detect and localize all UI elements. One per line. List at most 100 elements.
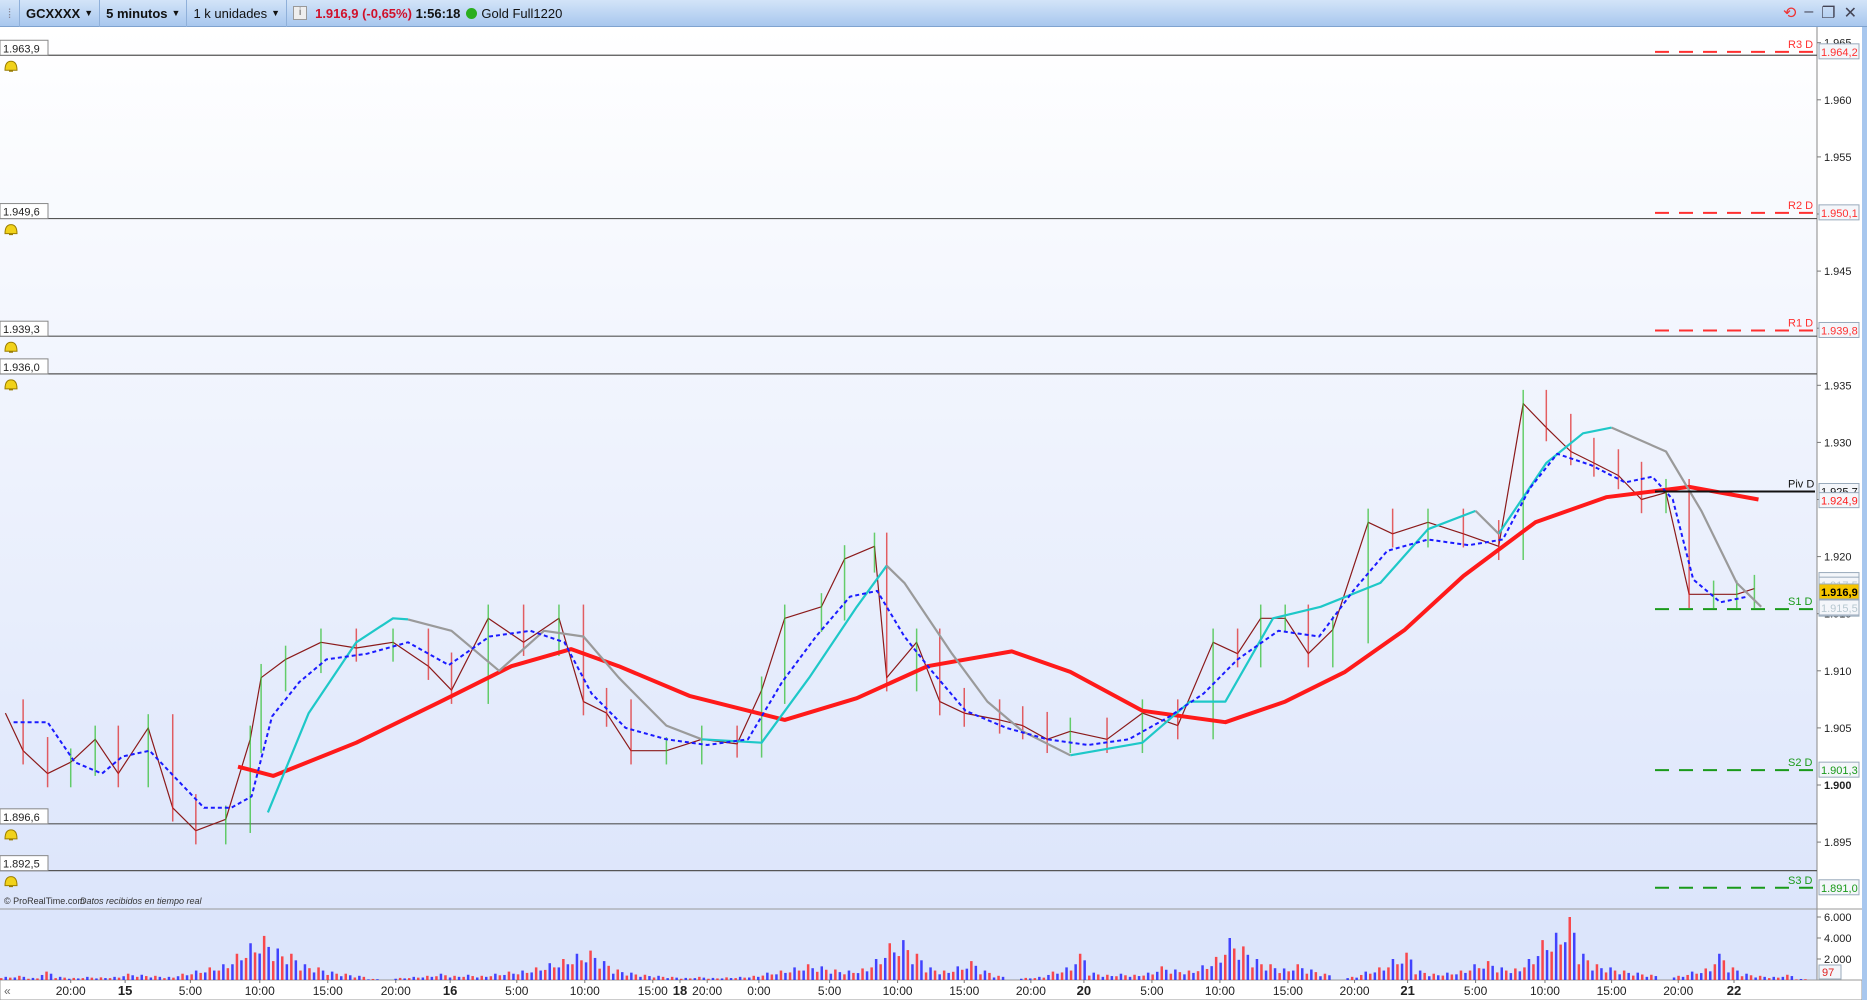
volume-bar (1187, 970, 1191, 980)
volume-bar (13, 977, 17, 980)
volume-bar (1251, 967, 1254, 980)
volume-bar (1301, 968, 1304, 980)
volume-bar (779, 970, 783, 980)
pivot-tag: 1.891,0 (1821, 883, 1858, 895)
units-selector[interactable]: 1 k unidades ▼ (187, 0, 288, 27)
refresh-icon[interactable]: ⟲ (1783, 3, 1796, 23)
volume-bar (879, 964, 882, 980)
volume-bar (1033, 978, 1037, 980)
volume-bar (1060, 972, 1064, 980)
timeframe-selector[interactable]: 5 minutos ▼ (100, 0, 188, 27)
volume-bar (648, 976, 651, 980)
volume-bar (408, 978, 411, 980)
volume-bar (1518, 971, 1522, 980)
pivot-name: R2 D (1788, 200, 1813, 212)
volume-bar (1496, 972, 1499, 980)
time-axis (0, 979, 1862, 1000)
volume-bar (829, 973, 833, 980)
volume-bar (1722, 960, 1726, 980)
volume-bar (1323, 973, 1327, 980)
bell-icon[interactable] (4, 379, 18, 391)
volume-bar (1192, 972, 1195, 980)
volume-bar (1423, 972, 1426, 980)
volume-bar (947, 972, 950, 980)
volume-bar (974, 965, 978, 980)
price-chart[interactable]: 1.9651.9601.9551.9501.9451.9401.9351.930… (0, 27, 1862, 1000)
volume-bar (553, 967, 556, 980)
volume-bar (1527, 959, 1531, 980)
minimize-button[interactable]: – (1804, 3, 1813, 23)
drag-handle[interactable]: ⁞ (0, 0, 20, 27)
volume-bar (1364, 971, 1367, 980)
volume-bar (1110, 976, 1114, 980)
volume-bar (40, 974, 44, 980)
time-tick-label: 5:00 (1464, 984, 1488, 998)
volume-bar (235, 953, 239, 980)
volume-bar (1319, 976, 1322, 980)
volume-bar (1600, 968, 1603, 980)
volume-bar (439, 973, 443, 980)
bell-icon[interactable] (4, 876, 18, 888)
volume-bar (1169, 973, 1173, 980)
bell-icon[interactable] (4, 829, 18, 841)
volume-bar (1709, 971, 1712, 980)
pivot-name: S3 D (1788, 875, 1813, 887)
volume-bar (249, 943, 252, 980)
volume-bar (462, 976, 465, 980)
quote-info: i 1.916,9 (-0,65%) 1:56:18 Gold Full1220 (287, 0, 568, 27)
restore-button[interactable]: ❐ (1821, 3, 1835, 23)
volume-bar (1786, 974, 1789, 980)
volume-bar (222, 964, 225, 980)
bell-icon[interactable] (4, 341, 18, 353)
volume-bar (616, 969, 619, 980)
volume-bar (698, 976, 701, 980)
volume-bar (1151, 974, 1154, 980)
volume-bar (1314, 972, 1318, 980)
volume-bar (1310, 969, 1313, 980)
volume-bar (204, 972, 207, 980)
pivot-tag: 1.964,2 (1821, 47, 1858, 59)
volume-bar (1695, 973, 1698, 980)
volume-bar (1224, 954, 1227, 980)
volume-bar (770, 974, 774, 980)
pivot-tag: 1.950,1 (1821, 208, 1858, 220)
volume-bar (394, 978, 397, 980)
bell-icon[interactable] (4, 60, 18, 72)
volume-bar (1409, 959, 1413, 980)
volume-bar (340, 976, 343, 980)
volume-bar (580, 960, 583, 980)
volume-bar (1459, 970, 1463, 980)
volume-bar (675, 977, 678, 980)
volume-bar (1097, 974, 1100, 980)
volume-bar (888, 943, 891, 980)
volume-bar (326, 974, 329, 980)
volume-bar (90, 977, 94, 980)
units-label: 1 k unidades (193, 5, 268, 21)
volume-bar (1586, 960, 1590, 980)
info-icon[interactable]: i (293, 6, 308, 20)
time-tick-label: 22 (1727, 983, 1741, 998)
volume-bar (335, 973, 338, 980)
volume-bar (680, 978, 683, 980)
volume-bar (684, 977, 687, 980)
volume-bar (72, 977, 75, 980)
close-button[interactable]: ✕ (1844, 3, 1857, 23)
volume-bar (1672, 977, 1676, 980)
instrument-selector[interactable]: GCXXXX ▼ (20, 0, 101, 27)
scroll-left-button[interactable]: « (4, 984, 11, 998)
volume-bar (521, 970, 524, 980)
volume-bar (435, 976, 438, 980)
volume-bar (1500, 967, 1503, 980)
bell-icon[interactable] (4, 224, 18, 236)
volume-bar (494, 973, 497, 980)
volume-bar (136, 976, 139, 980)
data-status: Datos recibidos en tiempo real (80, 896, 203, 906)
price-tick-label: 1.935 (1824, 380, 1852, 392)
time-tick-label: 10:00 (1530, 984, 1560, 998)
time-tick-label: 15:00 (1597, 984, 1627, 998)
volume-bar (734, 978, 737, 980)
volume-bar (1160, 966, 1163, 980)
volume-bar (1373, 972, 1377, 980)
volume-bar (303, 964, 307, 980)
volume-bar (1690, 971, 1694, 980)
